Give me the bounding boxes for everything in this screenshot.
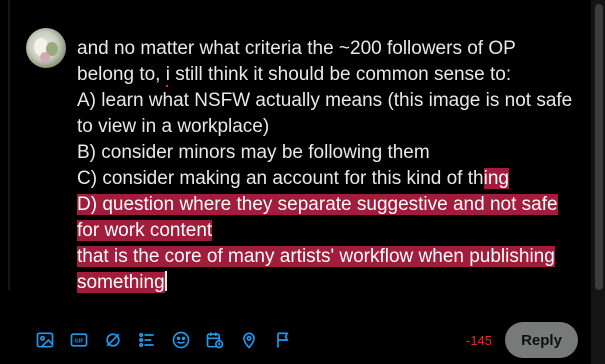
overflow-highlight: D) question where they separate suggesti… [77,194,558,241]
composer-item-b: B) consider minors may be following them [77,142,430,163]
composer-item-d: D) question where they separate suggesti… [77,192,577,244]
composer-item-a: A) learn what NSFW actually means (this … [77,90,573,137]
location-icon[interactable] [232,326,266,354]
scrollbar-thumb[interactable] [595,4,603,290]
composer-item-c: C) consider making an account for this k… [77,168,509,189]
reply-composer[interactable]: and no matter what criteria the ~200 fol… [77,36,577,296]
misspelled-word: i [165,64,170,85]
overflow-highlight: ing [483,168,509,189]
gif-icon[interactable]: GIF [62,326,96,354]
thread-connector [8,0,10,290]
composer-paragraph-intro: and no matter what criteria the ~200 fol… [77,38,516,85]
composer-toolbar: GIF [28,326,300,354]
image-icon[interactable] [28,326,62,354]
scrollbar-track[interactable] [591,0,605,364]
composer-item-e: that is the core of many artists' workfl… [77,244,577,296]
reply-button[interactable]: Reply [505,322,578,358]
schedule-icon[interactable] [198,326,232,354]
grok-icon[interactable] [96,326,130,354]
overflow-highlight: that is the core of many artists' workfl… [77,246,555,293]
flag-icon[interactable] [266,326,300,354]
emoji-icon[interactable] [164,326,198,354]
poll-icon[interactable] [130,326,164,354]
text-cursor [164,271,167,291]
avatar[interactable] [26,28,66,68]
svg-text:GIF: GIF [74,339,84,345]
character-counter: -145 [466,333,493,348]
